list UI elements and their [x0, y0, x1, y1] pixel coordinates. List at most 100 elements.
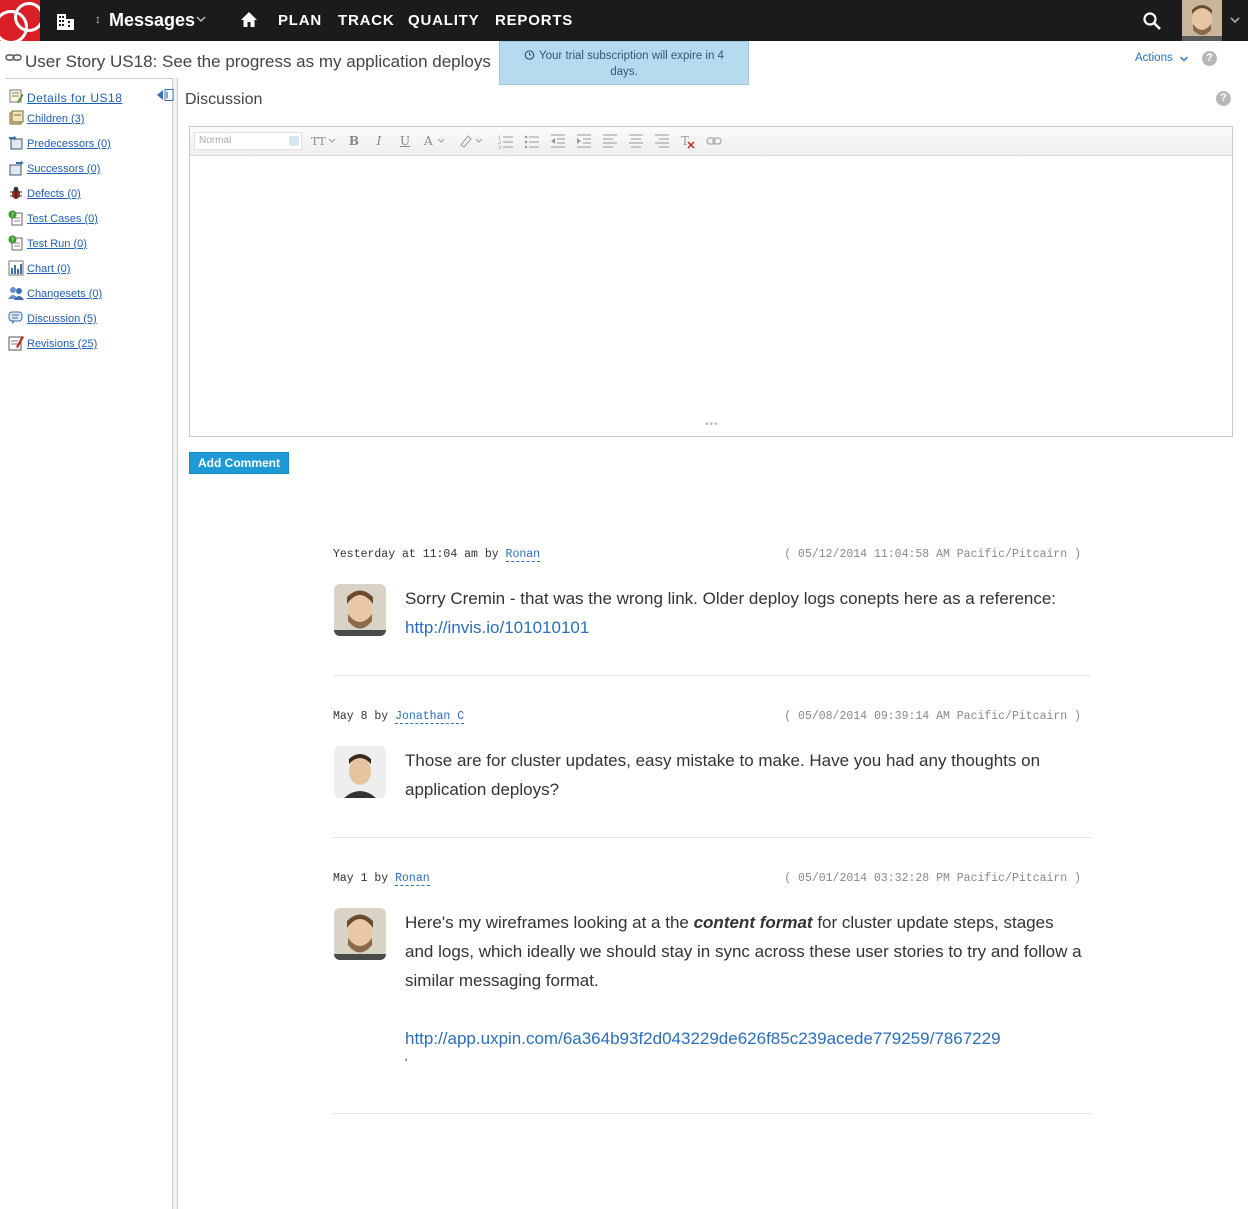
svg-text:?: ? [11, 237, 14, 244]
svg-text:A: A [423, 134, 433, 148]
nav-track[interactable]: TRACK [338, 12, 395, 29]
sidebar-item-label[interactable]: Predecessors (0) [27, 138, 111, 150]
chevron-down-icon[interactable] [195, 13, 207, 25]
page-title: User Story US18: See the progress as my … [25, 52, 491, 71]
highlight-color-icon[interactable] [458, 133, 488, 149]
comment-divider [333, 1113, 1091, 1114]
comment-meta: Yesterday at 11:04 am by Ronan [333, 548, 541, 562]
text-color-icon[interactable]: A [422, 133, 450, 149]
align-right-icon[interactable] [654, 133, 670, 149]
sidebar: Details for US18 Children (3) Predecesso… [0, 78, 178, 1209]
predecessors-icon [9, 135, 23, 150]
comment-author-link[interactable]: Ronan [505, 548, 541, 562]
comment-link[interactable]: http://app.uxpin.com/6a364b93f2d043229de… [405, 1029, 1001, 1048]
search-icon[interactable] [1142, 11, 1162, 31]
home-icon[interactable] [240, 11, 258, 29]
link-icon [5, 54, 22, 61]
discussion-icon [8, 311, 23, 324]
comment-text: Here's my wireframes looking at a the [405, 913, 689, 932]
defects-icon [10, 186, 22, 199]
bullet-list-icon[interactable] [524, 133, 540, 149]
comment-meta: May 8 by Jonathan C [333, 710, 465, 724]
comment-divider [333, 837, 1091, 838]
add-comment-button[interactable]: Add Comment [189, 452, 289, 474]
details-icon [9, 89, 24, 103]
comment-text: Sorry Cremin - that was the wrong link. … [405, 589, 1057, 608]
comment-when: May 8 by [333, 710, 389, 723]
chart-icon [8, 260, 24, 276]
align-left-icon[interactable] [602, 133, 618, 149]
resize-handle[interactable]: ••• [705, 419, 719, 430]
clock-icon [524, 50, 535, 60]
comment-body: Those are for cluster updates, easy mist… [405, 746, 1085, 804]
nav-plan[interactable]: PLAN [278, 12, 322, 29]
comment-timestamp: ( 05/01/2014 03:32:28 PM Pacific/Pitcair… [784, 872, 1081, 885]
comment-divider [333, 675, 1091, 676]
align-center-icon[interactable] [628, 133, 644, 149]
sidebar-item-label[interactable]: Revisions (25) [27, 338, 97, 350]
svg-text:ΤT: ΤT [311, 135, 326, 148]
sidebar-top-rule [5, 78, 175, 79]
underline-icon[interactable]: U [397, 133, 413, 149]
building-icon[interactable] [56, 11, 76, 31]
comment-timestamp: ( 05/08/2014 09:39:14 AM Pacific/Pitcair… [784, 710, 1081, 723]
help-icon[interactable]: ? [1202, 51, 1217, 66]
nav-quality[interactable]: QUALITY [408, 12, 479, 29]
workspace-switch-icon[interactable]: ↕ [95, 12, 101, 26]
sidebar-item-label[interactable]: Children (3) [27, 113, 84, 125]
test-cases-icon: ? [8, 210, 23, 226]
sidebar-item-label[interactable]: Test Run (0) [27, 238, 87, 250]
section-title: Discussion [185, 91, 263, 108]
successors-icon [9, 160, 24, 176]
paragraph-format-value: Normal [199, 135, 232, 146]
sidebar-item-label[interactable]: Discussion (5) [27, 313, 97, 325]
user-avatar[interactable] [1182, 0, 1222, 41]
sidebar-item-label[interactable]: Chart (0) [27, 263, 70, 275]
svg-text:T: T [681, 134, 689, 148]
nav-reports[interactable]: REPORTS [495, 12, 573, 29]
chevron-down-icon[interactable] [1179, 54, 1189, 64]
indent-icon[interactable] [576, 133, 592, 149]
comment-emphasis: content format [693, 913, 813, 932]
svg-text:?: ? [11, 212, 14, 219]
sidebar-item-label[interactable]: Test Cases (0) [27, 213, 98, 225]
app-logo[interactable] [0, 0, 40, 41]
link-icon[interactable] [706, 133, 722, 149]
commenter-avatar [334, 908, 386, 960]
trial-banner: Your trial subscription will expire in 4… [499, 41, 749, 85]
sidebar-splitter[interactable] [172, 78, 178, 1209]
comment-author-link[interactable]: Ronan [395, 872, 430, 886]
chevron-down-icon[interactable] [1229, 14, 1241, 26]
svg-text:3: 3 [498, 145, 501, 149]
sidebar-item-label[interactable]: Successors (0) [27, 163, 100, 175]
comment-text: Those are for cluster updates, easy mist… [405, 751, 1041, 799]
trial-banner-text: Your trial subscription will expire in 4… [539, 50, 724, 78]
sidebar-item-label[interactable]: Details for US18 [27, 91, 122, 105]
outdent-icon[interactable] [550, 133, 566, 149]
bold-icon[interactable]: B [346, 133, 362, 149]
comment-body: Sorry Cremin - that was the wrong link. … [405, 584, 1085, 642]
comment-author-link[interactable]: Jonathan C [395, 710, 465, 724]
comment-body: Here's my wireframes looking at a the co… [405, 908, 1085, 1073]
actions-menu-button[interactable]: Actions [1135, 52, 1173, 64]
comment-textarea[interactable] [190, 156, 1232, 436]
font-size-icon[interactable]: ΤT [310, 133, 338, 149]
numbered-list-icon[interactable]: 123 [498, 133, 514, 149]
collapse-sidebar-icon[interactable] [156, 89, 174, 101]
comment-editor: Normal ΤT B I U A 123 T ••• [189, 126, 1233, 437]
test-run-icon: ? [8, 235, 23, 251]
workspace-name[interactable]: Messages [109, 10, 195, 31]
comment-when: Yesterday at 11:04 am by [333, 548, 499, 561]
sidebar-item-label[interactable]: Changesets (0) [27, 288, 102, 300]
children-icon [9, 110, 24, 125]
revisions-icon [8, 336, 24, 351]
comment-trailing: ' [405, 1056, 408, 1070]
comment-meta: May 1 by Ronan [333, 872, 430, 886]
comment-link[interactable]: http://invis.io/101010101 [405, 618, 589, 637]
paragraph-format-select[interactable]: Normal [194, 132, 302, 150]
sidebar-item-label[interactable]: Defects (0) [27, 188, 81, 200]
clear-formatting-icon[interactable]: T [680, 133, 696, 149]
italic-icon[interactable]: I [371, 133, 387, 149]
help-icon[interactable]: ? [1216, 91, 1231, 106]
changesets-icon [8, 287, 24, 300]
